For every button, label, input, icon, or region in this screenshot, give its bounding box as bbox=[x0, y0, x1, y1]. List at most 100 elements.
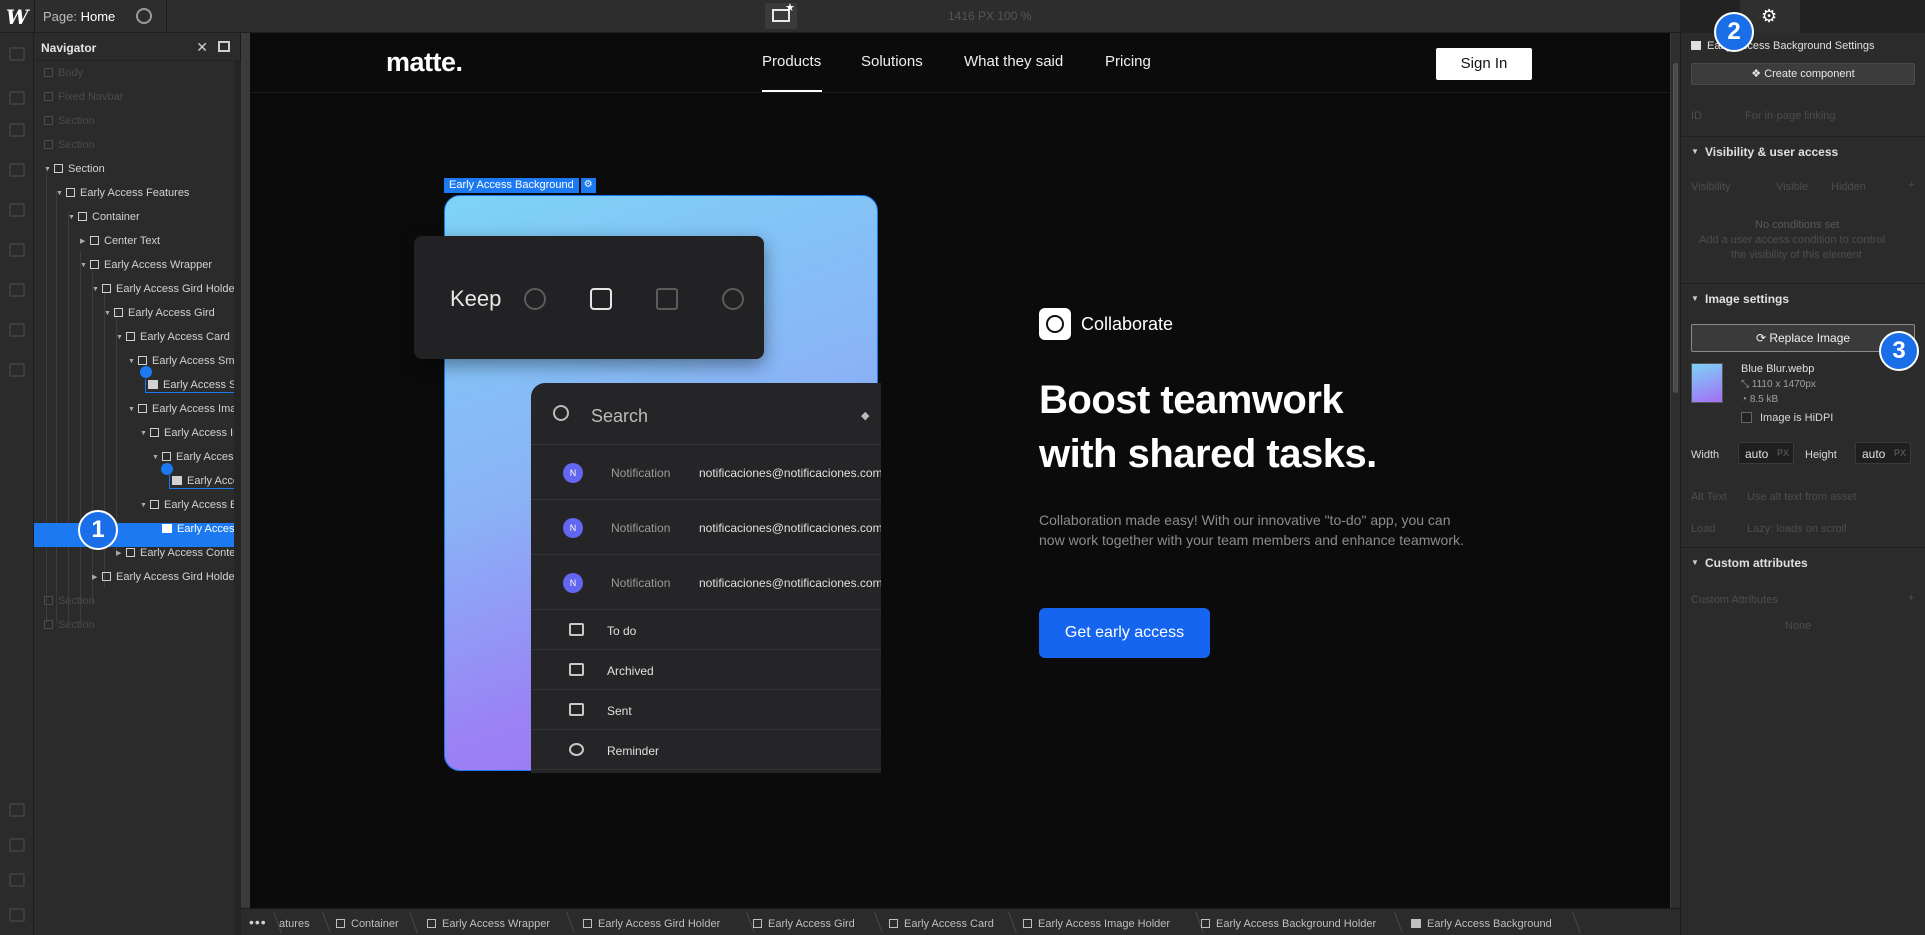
more-icon[interactable]: ••• bbox=[249, 914, 267, 930]
tree-item-section[interactable]: Section bbox=[34, 595, 240, 619]
crumb-item-active[interactable]: Early Access Background bbox=[1411, 918, 1552, 930]
compass-icon bbox=[1039, 308, 1071, 340]
tree-item-section[interactable]: Section bbox=[34, 619, 240, 643]
section-tag: Collaborate bbox=[1081, 314, 1174, 334]
keep-label: Keep bbox=[450, 286, 502, 311]
custom-attributes-empty: None bbox=[1785, 620, 1812, 632]
image-settings-header[interactable]: ▼ Image settings bbox=[1681, 283, 1925, 311]
tree-item-small-image[interactable]: Early Access Small Image bbox=[34, 379, 240, 403]
pages-icon[interactable] bbox=[9, 91, 25, 105]
tree-item-section[interactable]: Section bbox=[34, 139, 240, 163]
tree-item-card[interactable]: ▼ Early Access Card bbox=[34, 331, 240, 355]
drag-handle-dot[interactable] bbox=[140, 366, 152, 378]
webflow-logo[interactable]: W bbox=[6, 5, 30, 29]
sign-in-button[interactable]: Sign In bbox=[1436, 48, 1532, 80]
tree-item-image[interactable]: ▼Early Access Image bbox=[34, 427, 240, 451]
interactions-tab[interactable] bbox=[1800, 0, 1860, 33]
load-select[interactable]: Lazy: loads on scroll bbox=[1747, 523, 1847, 535]
crumb-item[interactable]: Early Access Card bbox=[889, 918, 994, 930]
id-input[interactable]: For in-page linking bbox=[1745, 110, 1836, 122]
apps-icon[interactable] bbox=[9, 363, 25, 377]
cms-icon[interactable] bbox=[9, 243, 25, 257]
add-icon[interactable]: + bbox=[1908, 592, 1914, 604]
desktop-breakpoint-icon[interactable]: ★ bbox=[765, 2, 797, 29]
tree-item-small[interactable]: ▼ Early Access Small bbox=[34, 355, 240, 379]
close-icon[interactable]: ✕ bbox=[196, 39, 208, 56]
site-logo[interactable]: matte. bbox=[386, 47, 463, 78]
get-early-access-button[interactable]: Get early access bbox=[1039, 608, 1210, 658]
tree-item-gird-holder[interactable]: ▼ Early Access Gird Holder bbox=[34, 283, 240, 307]
visibility-section-header[interactable]: ▼ Visibility & user access bbox=[1681, 136, 1925, 164]
crumb-item[interactable]: atures bbox=[279, 918, 310, 930]
tree-item-gird[interactable]: ▼ Early Access Gird bbox=[34, 307, 240, 331]
crumb-item[interactable]: Early Access Gird Holder bbox=[583, 918, 720, 930]
crumb-item[interactable]: Early Access Gird bbox=[753, 918, 855, 930]
navigator-icon[interactable] bbox=[9, 123, 25, 137]
assets-icon[interactable] bbox=[9, 323, 25, 337]
hidpi-checkbox[interactable]: Image is HiDPI bbox=[1741, 412, 1833, 424]
height-input[interactable]: auto PX bbox=[1855, 442, 1911, 464]
tree-item-early-access-image[interactable]: Early Access bbox=[34, 475, 240, 499]
tree-item-center-text[interactable]: ▶ Center Text bbox=[34, 235, 240, 259]
tree-item-body[interactable]: Body bbox=[34, 67, 240, 91]
canvas-scrollbar[interactable] bbox=[1671, 33, 1680, 908]
crumb-item[interactable]: Early Access Wrapper bbox=[427, 918, 550, 930]
refresh-icon: ⟳ bbox=[1755, 331, 1766, 345]
step-marker-1: 1 bbox=[78, 510, 118, 550]
page-selector[interactable]: Page: Home bbox=[43, 9, 115, 24]
tree-item-early-access-wrapper[interactable]: ▼ Early Access Wrapper bbox=[34, 259, 240, 283]
add-icon[interactable]: + bbox=[1908, 179, 1914, 191]
tree-item-gird-holder-2[interactable]: ▶ Early Access Gird Holder bbox=[34, 571, 240, 595]
custom-attributes-label: Custom Attributes bbox=[1691, 594, 1778, 606]
visibility-label: Visibility bbox=[1691, 181, 1731, 193]
visible-option[interactable]: Visible bbox=[1776, 181, 1808, 193]
search-icon[interactable] bbox=[9, 838, 25, 852]
gear-icon[interactable]: ⚙ bbox=[580, 178, 596, 193]
search-icon bbox=[553, 405, 569, 421]
menu-pricing[interactable]: Pricing bbox=[1105, 53, 1151, 70]
tree-item-background-selected[interactable]: Early Access Background bbox=[34, 523, 240, 547]
active-underline bbox=[762, 90, 822, 92]
archive-icon bbox=[656, 288, 678, 310]
add-icon[interactable] bbox=[9, 47, 25, 61]
tree-item-container[interactable]: ▼ Container bbox=[34, 211, 240, 235]
crumb-item[interactable]: Early Access Image Holder bbox=[1023, 918, 1170, 930]
create-component-button[interactable]: ❖ Create component bbox=[1691, 63, 1915, 85]
tree-item-early-access[interactable]: ▼ Early Access bbox=[34, 451, 240, 475]
preview-eye-icon[interactable] bbox=[136, 8, 152, 24]
tree-item-early-access-features[interactable]: ▼ Early Access Features bbox=[34, 187, 240, 211]
image-icon bbox=[1691, 41, 1701, 50]
navigator-scrollbar[interactable] bbox=[234, 61, 241, 935]
tree-item-content[interactable]: ▶ Early Access Content bbox=[34, 547, 240, 571]
account-icon[interactable] bbox=[9, 908, 25, 922]
menu-products[interactable]: Products bbox=[762, 53, 821, 70]
lightning-tab[interactable] bbox=[1860, 0, 1920, 33]
tree-item-background-holder[interactable]: ▼Early Access Background Holder bbox=[34, 499, 240, 523]
file-dimensions: ⤡ 1110 x 1470px bbox=[1741, 379, 1816, 390]
help-icon[interactable] bbox=[9, 803, 25, 817]
video-icon[interactable] bbox=[9, 873, 25, 887]
tree-item-section[interactable]: ▼ Section bbox=[34, 163, 240, 187]
crumb-item[interactable]: Container bbox=[336, 918, 399, 930]
breadcrumb: ••• atures Container Early Access Wrappe… bbox=[241, 908, 1680, 935]
variables-icon[interactable] bbox=[9, 203, 25, 217]
tree-item-navbar[interactable]: Fixed Navbar bbox=[34, 91, 240, 115]
drag-handle-dot[interactable] bbox=[161, 463, 173, 475]
ecommerce-icon[interactable] bbox=[9, 283, 25, 297]
menu-testimonials[interactable]: What they said bbox=[964, 53, 1063, 70]
crumb-item[interactable]: Early Access Background Holder bbox=[1201, 918, 1376, 930]
custom-attributes-header[interactable]: ▼ Custom attributes bbox=[1681, 547, 1925, 575]
image-thumbnail[interactable] bbox=[1691, 363, 1723, 403]
hidden-option[interactable]: Hidden bbox=[1831, 181, 1866, 193]
pin-panel-icon[interactable] bbox=[218, 41, 230, 52]
tree-item-section[interactable]: Section bbox=[34, 115, 240, 139]
settings-icon bbox=[722, 288, 744, 310]
selection-label[interactable]: Early Access Background ⚙ bbox=[444, 178, 596, 193]
description: Collaboration made easy! With our innova… bbox=[1039, 512, 1464, 548]
alt-text-select[interactable]: Use alt text from asset bbox=[1747, 491, 1856, 503]
canvas-dimensions: 1416 PX 100 % bbox=[948, 9, 1032, 23]
tree-item-image-holder[interactable]: ▼Early Access Image Holder bbox=[34, 403, 240, 427]
components-icon[interactable] bbox=[9, 163, 25, 177]
width-input[interactable]: auto PX bbox=[1738, 442, 1794, 464]
menu-solutions[interactable]: Solutions bbox=[861, 53, 923, 70]
